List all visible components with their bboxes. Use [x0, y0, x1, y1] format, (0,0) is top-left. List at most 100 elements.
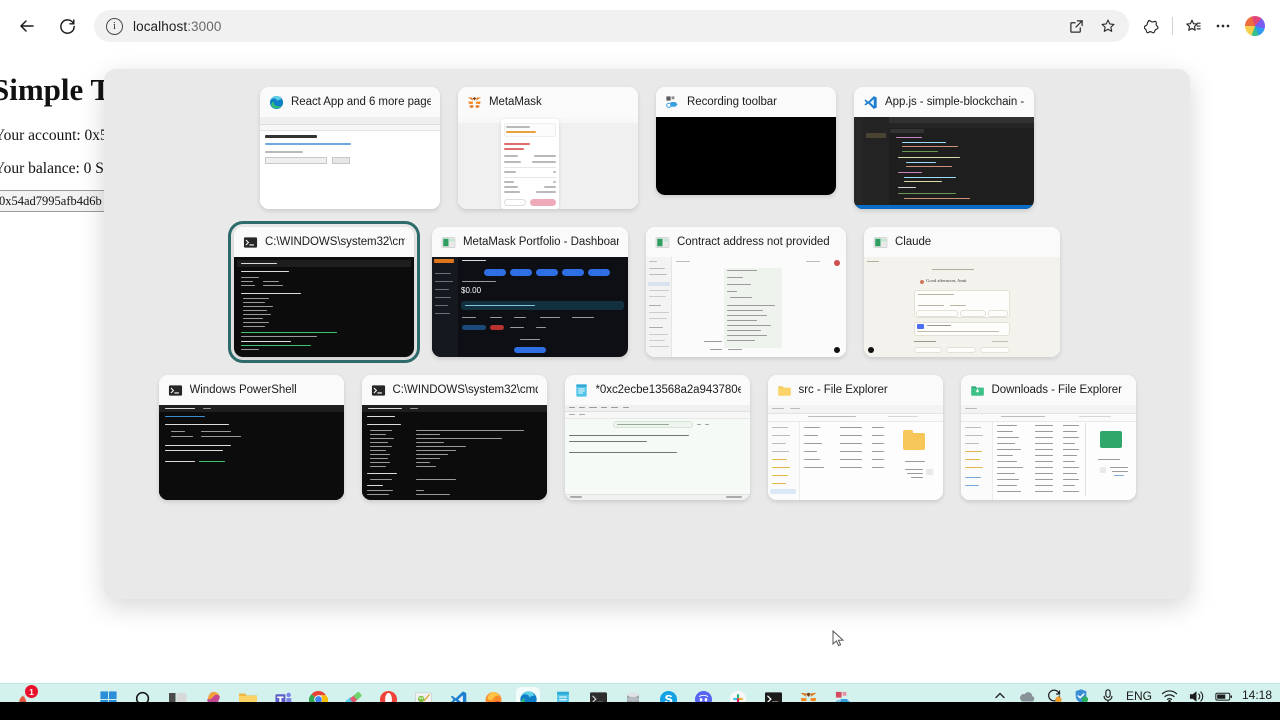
- task-card-file-explorer-src[interactable]: src - File Explorer: [767, 375, 943, 500]
- task-card-title: C:\WINDOWS\system32\cmd....: [392, 384, 538, 396]
- edge-tab-icon: [873, 235, 888, 250]
- task-card-header: Claude: [864, 227, 1060, 257]
- task-card-header: MetaMask Portfolio - Dashboard: [432, 227, 628, 257]
- task-card-thumbnail: [854, 117, 1034, 209]
- task-card-thumbnail: [960, 405, 1136, 500]
- task-card-thumbnail: [646, 257, 846, 357]
- battery-icon: [1215, 692, 1232, 701]
- downloads-folder-icon: [970, 383, 985, 398]
- settings-and-more-button[interactable]: [1208, 11, 1238, 41]
- task-card-claude[interactable]: Claude Good afternoon, Amit: [864, 227, 1060, 357]
- task-card-header: React App and 6 more page...: [260, 87, 440, 117]
- split-screen-button[interactable]: [1061, 11, 1091, 41]
- site-info-icon[interactable]: i: [106, 17, 123, 35]
- task-card-thumbnail: [564, 405, 750, 500]
- collections-button[interactable]: [1178, 11, 1208, 41]
- page-title: Simple T: [0, 72, 112, 107]
- task-card-header: *0xc2ecbe13568a2a943780e...: [564, 375, 750, 405]
- address-text: localhost:3000: [133, 19, 221, 34]
- profile-button[interactable]: [1240, 11, 1270, 41]
- task-card-title: Windows PowerShell: [189, 384, 297, 396]
- task-card-cmd-selected[interactable]: C:\WINDOWS\system32\cm...: [228, 221, 420, 363]
- back-button[interactable]: [10, 9, 44, 43]
- toolbar-divider: [1172, 17, 1173, 35]
- task-switcher-row: C:\WINDOWS\system32\cm... MetaMask Portf…: [118, 221, 1176, 363]
- task-card-cmd-2[interactable]: C:\WINDOWS\system32\cmd....: [361, 375, 547, 500]
- task-card-title: App.js - simple-blockchain -...: [885, 96, 1025, 108]
- open-in-new-icon: [1069, 19, 1083, 33]
- task-card-thumbnail: [656, 117, 836, 195]
- collections-icon: [1185, 19, 1201, 31]
- task-card-title: Recording toolbar: [687, 96, 777, 108]
- task-card-header: C:\WINDOWS\system32\cmd....: [361, 375, 547, 405]
- chevron-up-icon: [995, 692, 1005, 699]
- task-card-header: src - File Explorer: [767, 375, 943, 405]
- claude-greeting: Good afternoon, Amit: [926, 278, 967, 283]
- refresh-button[interactable]: [50, 9, 84, 43]
- task-card-vscode[interactable]: App.js - simple-blockchain -...: [854, 87, 1034, 209]
- account-line: Your account: 0x54: [0, 127, 116, 144]
- task-card-notepad[interactable]: *0xc2ecbe13568a2a943780e...: [564, 375, 750, 500]
- edge-tab-icon: [655, 235, 670, 250]
- powershell-icon: [168, 383, 183, 398]
- edge-tab-icon: [441, 235, 456, 250]
- task-card-thumbnail: [260, 117, 440, 209]
- task-card-recording-toolbar[interactable]: Recording toolbar: [656, 87, 836, 195]
- task-card-metamask-portfolio[interactable]: MetaMask Portfolio - Dashboard $0.00: [432, 227, 628, 357]
- task-card-title: MetaMask: [489, 96, 542, 108]
- folder-icon: [777, 383, 792, 398]
- wifi-icon: [1162, 690, 1178, 703]
- task-card-title: *0xc2ecbe13568a2a943780e...: [595, 384, 741, 396]
- task-card-header: MetaMask: [458, 87, 638, 117]
- task-card-title: Claude: [895, 236, 932, 248]
- language-indicator[interactable]: ENG: [1126, 690, 1152, 702]
- browser-essentials-icon: [1143, 19, 1159, 33]
- cmd-icon: [371, 383, 386, 398]
- task-card-thumbnail: $0.00: [432, 257, 628, 357]
- task-card-header: Contract address not provided: [646, 227, 846, 257]
- task-switcher-panel: React App and 6 more page... MetaMask Re…: [104, 69, 1190, 599]
- address-bar[interactable]: i localhost:3000: [94, 10, 1129, 42]
- ellipsis-icon: [1216, 24, 1230, 28]
- clock[interactable]: 14:18: [1242, 688, 1272, 703]
- task-switcher-row: Windows PowerShell C:\WINDOWS\system32\c…: [118, 375, 1176, 500]
- browser-essentials-button[interactable]: [1137, 11, 1167, 41]
- metamask-fox-icon: [467, 95, 482, 110]
- task-switcher-row: React App and 6 more page... MetaMask Re…: [118, 87, 1176, 209]
- star-icon: [1101, 19, 1115, 32]
- task-card-file-explorer-downloads[interactable]: Downloads - File Explorer: [960, 375, 1136, 500]
- recording-toolbar-icon: [665, 95, 680, 110]
- task-card-header: Recording toolbar: [656, 87, 836, 117]
- task-card-title: src - File Explorer: [798, 384, 888, 396]
- task-card-header: App.js - simple-blockchain -...: [854, 87, 1034, 117]
- browser-toolbar: i localhost:3000: [0, 0, 1280, 52]
- mouse-cursor: [832, 629, 846, 648]
- taskbar: 1 ENG 14:18: [0, 683, 1280, 720]
- portfolio-amount: $0.00: [461, 286, 482, 295]
- task-card-thumbnail: [458, 117, 638, 209]
- task-card-metamask[interactable]: MetaMask: [458, 87, 638, 209]
- task-card-contract-address[interactable]: Contract address not provided: [646, 227, 846, 357]
- task-card-thumbnail: [361, 405, 547, 500]
- address-bar-actions: [1061, 10, 1123, 42]
- refresh-icon: [59, 18, 75, 34]
- taskbar-cutoff-mask: [0, 702, 1280, 720]
- task-card-header: Downloads - File Explorer: [960, 375, 1136, 405]
- cmd-icon: [243, 235, 258, 250]
- profile-avatar: [1245, 16, 1265, 36]
- notepad-icon: [574, 383, 589, 398]
- notification-badge: 1: [25, 685, 38, 698]
- edge-icon: [269, 95, 284, 110]
- address-port: :3000: [187, 18, 222, 34]
- onedrive-icon: [1019, 691, 1035, 701]
- task-card-title: Contract address not provided: [677, 236, 830, 248]
- task-card-thumbnail: Good afternoon, Amit: [864, 257, 1060, 357]
- task-card-header: Windows PowerShell: [158, 375, 344, 405]
- task-switcher-rows: React App and 6 more page... MetaMask Re…: [118, 87, 1176, 500]
- balance-line: Your balance: 0 ST: [0, 160, 114, 177]
- task-card-thumbnail: [158, 405, 344, 500]
- task-card-title: MetaMask Portfolio - Dashboard: [463, 236, 619, 248]
- task-card-react-app[interactable]: React App and 6 more page...: [260, 87, 440, 209]
- favorite-button[interactable]: [1093, 11, 1123, 41]
- task-card-powershell[interactable]: Windows PowerShell: [158, 375, 344, 500]
